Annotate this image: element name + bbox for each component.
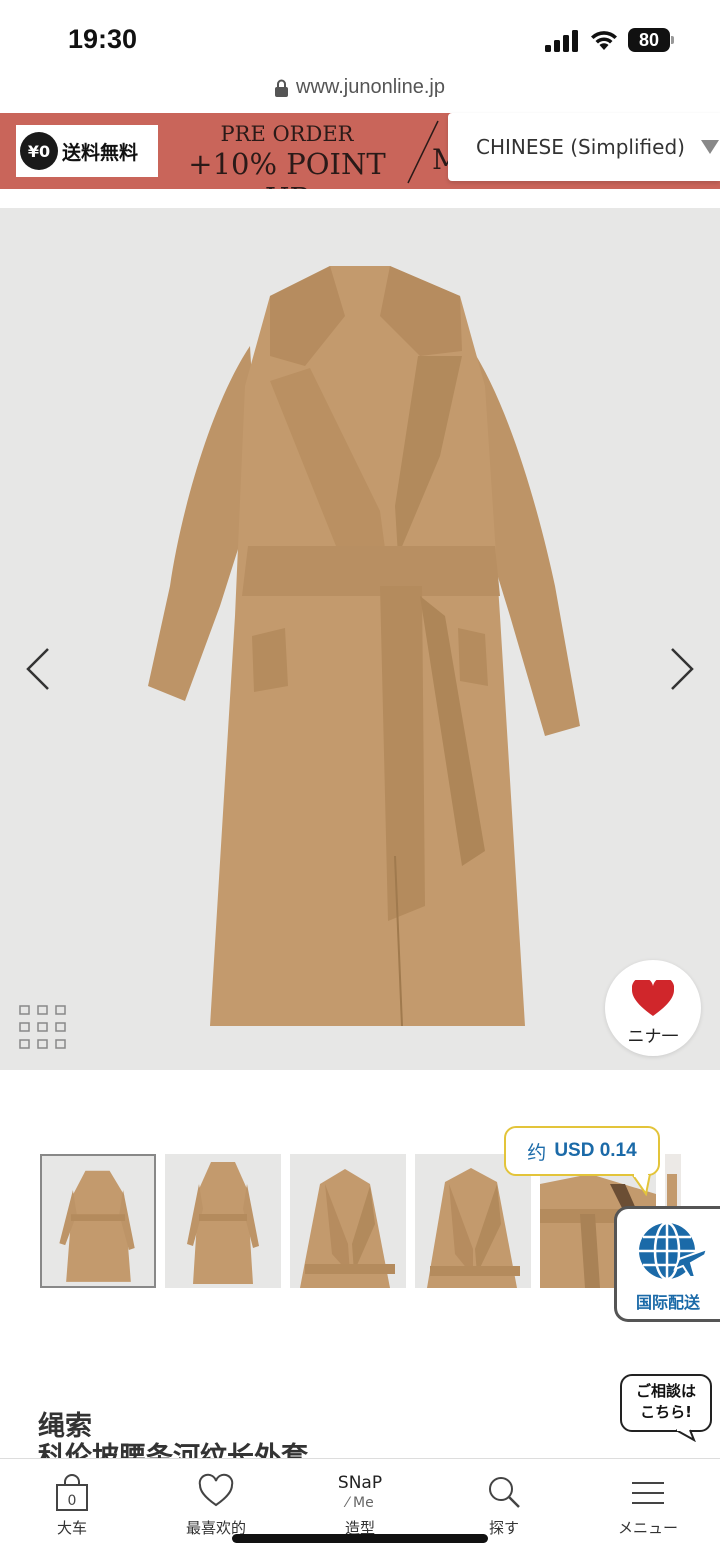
cellular-signal-icon [545, 30, 578, 52]
speech-tail [676, 1428, 696, 1442]
nav-cart[interactable]: 0 大车 [12, 1473, 132, 1538]
product-name: 科伦坡腰条河纹长外套 [38, 1442, 308, 1458]
coat-image [148, 266, 580, 1027]
lock-icon [275, 79, 288, 97]
preorder-line1: PRE ORDER [220, 122, 354, 146]
heart-icon [632, 980, 674, 1016]
preorder-promo: PRE ORDER +10% POINT UP [172, 121, 402, 189]
product-main-image[interactable]: ニナ一 [0, 208, 720, 1070]
consult-line1: ご相談は [635, 1382, 696, 1400]
search-icon [489, 1477, 520, 1508]
favorite-label: ニナ一 [627, 1027, 679, 1047]
wifi-icon [591, 31, 617, 50]
consultation-chat-button[interactable]: ご相談は こちら! [620, 1374, 712, 1442]
currency-price-bubble: 约 USD 0.14 [504, 1126, 660, 1196]
cart-count: 0 [68, 1493, 77, 1509]
url-bar[interactable]: www.junonline.jp [0, 76, 720, 112]
previous-image-arrow-icon[interactable] [22, 645, 56, 693]
preorder-line2: +10% POINT UP [188, 147, 386, 189]
heart-outline-icon [198, 1473, 234, 1507]
snap-logo-bottom: ⁄ Me [346, 1495, 374, 1511]
bag-icon: 0 [56, 1474, 88, 1511]
bubble-tail [632, 1174, 652, 1196]
globe-airplane-icon [639, 1221, 709, 1281]
yen-zero-badge: ¥0 [20, 132, 58, 170]
home-indicator[interactable] [232, 1534, 488, 1543]
battery-icon: 80 [628, 28, 674, 52]
price-value: USD 0.14 [554, 1140, 637, 1161]
nav-menu[interactable]: メニュー [588, 1473, 708, 1538]
battery-level: 80 [628, 28, 670, 52]
international-shipping-button[interactable]: 国际配送 [614, 1206, 720, 1322]
free-shipping-text: 送料無料 [62, 141, 139, 164]
nav-menu-label: メニュー [617, 1519, 678, 1537]
status-time: 19:30 [68, 24, 138, 54]
free-shipping-badge: ¥0 送料無料 [16, 125, 158, 177]
favorite-button[interactable]: ニナ一 [605, 960, 701, 1056]
dropdown-arrow-icon [700, 140, 719, 154]
url-text: www.junonline.jp [296, 76, 445, 98]
nav-favorites[interactable]: 最喜欢的 [156, 1473, 276, 1538]
hamburger-menu-icon [632, 1482, 664, 1504]
nav-styling[interactable]: SNaP ⁄ Me 造型 [300, 1473, 420, 1538]
status-bar: 19:30 80 [0, 0, 720, 80]
nav-cart-label: 大车 [56, 1519, 87, 1537]
thumbnail-3[interactable] [290, 1154, 406, 1288]
thumbnail-1[interactable] [40, 1154, 156, 1288]
international-shipping-label: 国际配送 [635, 1293, 700, 1312]
snap-logo-top: SNaP [337, 1473, 383, 1493]
thumbnail-2[interactable] [165, 1154, 281, 1288]
snap-me-logo: SNaP ⁄ Me [300, 1473, 420, 1513]
language-selected-value: CHINESE (Simplified) [476, 135, 685, 159]
language-select[interactable]: CHINESE (Simplified) [448, 113, 720, 181]
grid-view-icon[interactable] [18, 1004, 68, 1050]
bottom-navigation: 0 大车 最喜欢的 SNaP ⁄ Me 造型 探す メニュー [0, 1458, 720, 1558]
nav-search[interactable]: 探す [444, 1473, 564, 1538]
price-prefix: 约 [527, 1141, 547, 1164]
product-brand: 绳索 [38, 1411, 92, 1442]
next-image-arrow-icon[interactable] [664, 645, 698, 693]
consult-line2: こちら! [640, 1403, 692, 1421]
